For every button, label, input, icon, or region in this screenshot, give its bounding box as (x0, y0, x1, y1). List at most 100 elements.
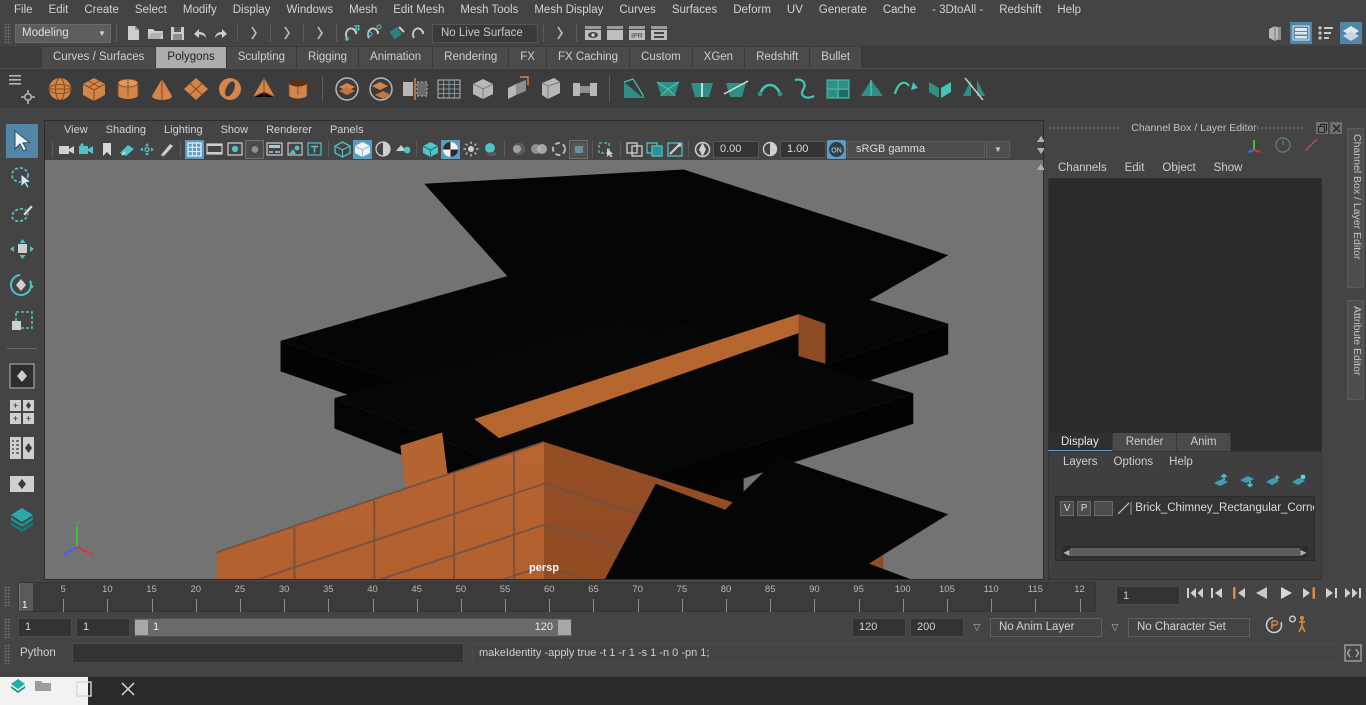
gamma-icon[interactable] (760, 140, 779, 159)
current-frame-input[interactable]: 1 (1116, 586, 1180, 605)
poly-torus-icon[interactable] (214, 72, 246, 106)
anim-layer-dropdown-arrow[interactable]: ▽ (968, 622, 986, 633)
shadows-icon[interactable] (481, 140, 500, 159)
menu-surfaces[interactable]: Surfaces (664, 0, 725, 20)
outliner-persp-layout-icon[interactable] (6, 431, 38, 465)
layer-tab-render[interactable]: Render (1112, 433, 1178, 452)
layer-row[interactable]: V P Brick_Chimney_Rectangular_Corner_Ba (1056, 499, 1314, 517)
menu-modify[interactable]: Modify (175, 0, 225, 20)
menu-windows[interactable]: Windows (278, 0, 341, 20)
motion-blur-icon[interactable] (529, 140, 548, 159)
redo-icon[interactable] (210, 22, 232, 44)
speed-gauge-icon[interactable] (1274, 136, 1292, 159)
character-set-field[interactable]: No Character Set (1128, 617, 1250, 637)
scrollbar-thumb[interactable] (1070, 548, 1300, 556)
play-forwards-icon[interactable] (1277, 584, 1295, 607)
time-slider-grip[interactable] (4, 586, 11, 606)
separate-icon[interactable] (365, 72, 397, 106)
screen-space-ao-icon[interactable] (509, 140, 528, 159)
viewport-3d-canvas[interactable]: persp y x z (45, 160, 1043, 579)
multisample-icon[interactable] (549, 140, 568, 159)
textured-icon[interactable] (421, 140, 440, 159)
viewport-menu-show[interactable]: Show (212, 124, 258, 136)
multicut-icon[interactable] (720, 72, 752, 106)
layer-menu-help[interactable]: Help (1161, 456, 1201, 468)
layer-name[interactable]: Brick_Chimney_Rectangular_Corner_Ba (1135, 502, 1314, 514)
text-icon[interactable] (305, 140, 324, 159)
mirror-icon[interactable] (399, 72, 431, 106)
viewport-menu-lighting[interactable]: Lighting (155, 124, 212, 136)
command-language-label[interactable]: Python (14, 647, 72, 659)
shelf-tab-polygons[interactable]: Polygons (156, 47, 227, 68)
close-icon[interactable] (120, 681, 136, 702)
playback-end-time-field[interactable]: 120 (852, 617, 906, 637)
layer-list[interactable]: V P Brick_Chimney_Rectangular_Corner_Ba … (1055, 496, 1315, 561)
layer-tab-display[interactable]: Display (1048, 433, 1113, 452)
go-to-end-icon[interactable] (1344, 585, 1362, 606)
quad-draw-icon[interactable] (788, 72, 820, 106)
snap-to-curve-icon[interactable] (364, 22, 386, 44)
layer-menu-options[interactable]: Options (1106, 456, 1162, 468)
smooth-icon[interactable] (433, 72, 465, 106)
menu-help[interactable]: Help (1049, 0, 1089, 20)
window-icon[interactable] (76, 680, 92, 702)
live-surface-field[interactable]: No Live Surface (432, 23, 538, 43)
shelf-tab-sculpting[interactable]: Sculpting (226, 47, 298, 68)
smooth-shade-all-icon[interactable] (353, 139, 372, 159)
poly-plane-icon[interactable] (180, 72, 212, 106)
menu-set-selector[interactable]: Modeling ▼ (15, 23, 111, 43)
menu-edit[interactable]: Edit (41, 0, 77, 20)
render-settings-icon[interactable] (648, 22, 670, 44)
auto-keyframe-icon[interactable] (1264, 615, 1284, 640)
crease-icon[interactable] (856, 72, 888, 106)
time-slider[interactable]: 5 10 15 20 25 30 35 40 45 50 55 60 65 70 75 80 85 90 95 100… (18, 582, 1096, 612)
channel-box-menu-show[interactable]: Show (1206, 162, 1251, 174)
isolate-select-icon[interactable] (597, 140, 616, 159)
image-plane-icon[interactable] (117, 140, 136, 159)
select-tool[interactable] (6, 124, 38, 158)
save-scene-icon[interactable] (166, 22, 188, 44)
ipr-render-icon[interactable]: IPR (626, 22, 648, 44)
channel-box-icon[interactable] (1340, 22, 1362, 44)
depth-of-field-icon[interactable] (569, 139, 588, 159)
shelf-tab-rendering[interactable]: Rendering (433, 47, 510, 68)
use-default-material-icon[interactable] (441, 139, 460, 159)
new-layer-from-selected-icon[interactable] (1291, 474, 1307, 493)
menu-curves[interactable]: Curves (611, 0, 663, 20)
channel-box-menu-object[interactable]: Object (1154, 162, 1203, 174)
scale-tool[interactable] (6, 304, 38, 338)
step-forward-keyframe-icon[interactable] (1323, 585, 1338, 606)
menu-generate[interactable]: Generate (811, 0, 875, 20)
bookmark-icon[interactable] (97, 140, 116, 159)
menu-mesh-tools[interactable]: Mesh Tools (452, 0, 526, 20)
animation-end-time-field[interactable]: 200 (910, 617, 964, 637)
poly-cylinder-icon[interactable] (112, 72, 144, 106)
step-forward-frame-icon[interactable] (1301, 585, 1317, 606)
shelf-tab-curves-surfaces[interactable]: Curves / Surfaces (42, 47, 157, 68)
gate-mask-icon[interactable] (245, 139, 264, 159)
select-chevron-icon[interactable] (549, 22, 571, 44)
single-pane-layout-icon[interactable] (6, 359, 38, 393)
move-layer-down-icon[interactable] (1239, 474, 1255, 493)
channel-box-menu-edit[interactable]: Edit (1117, 162, 1153, 174)
viewport-menu-shading[interactable]: Shading (97, 124, 155, 136)
exposure-field[interactable]: 0.00 (713, 140, 759, 158)
menu-deform[interactable]: Deform (725, 0, 779, 20)
snap-to-projected-center-icon[interactable] (408, 22, 430, 44)
animation-preferences-icon[interactable] (1288, 615, 1310, 640)
viewport-menu-renderer[interactable]: Renderer (257, 124, 321, 136)
bridge-icon[interactable] (569, 72, 601, 106)
poly-pyramid-icon[interactable] (248, 72, 280, 106)
mirror-cut-icon[interactable] (958, 72, 990, 106)
booleans-icon[interactable] (467, 72, 499, 106)
shelf-tab-fx-caching[interactable]: FX Caching (546, 47, 631, 68)
target-weld-icon[interactable] (754, 72, 786, 106)
connect-icon[interactable] (686, 72, 718, 106)
exposure-aperture-icon[interactable] (693, 140, 712, 159)
layer-type-toggle[interactable] (1094, 500, 1114, 516)
folder-icon[interactable] (34, 678, 52, 699)
command-line-grip[interactable] (4, 644, 11, 664)
shelf-tab-xgen[interactable]: XGen (692, 47, 746, 68)
step-back-frame-icon[interactable] (1231, 585, 1247, 606)
current-time-indicator[interactable]: 1 (19, 583, 33, 611)
